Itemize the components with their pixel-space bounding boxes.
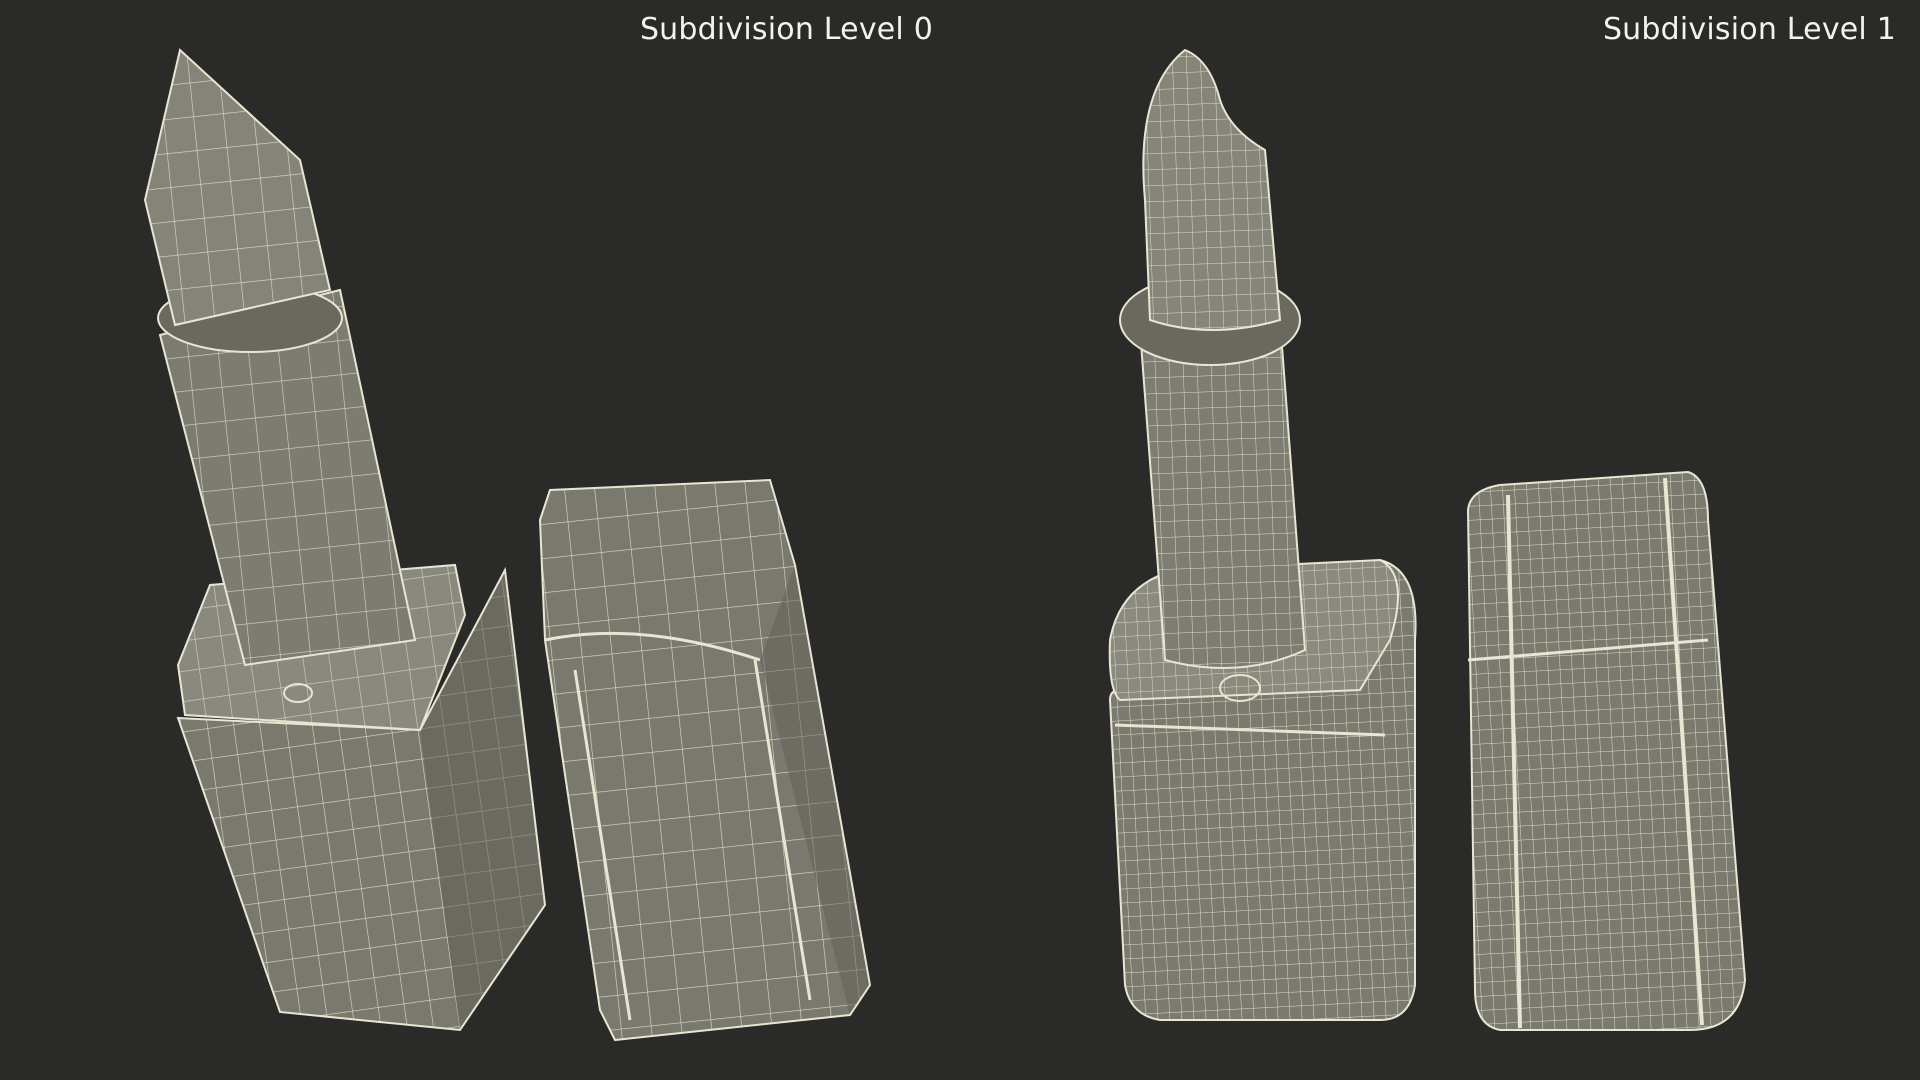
- lipstick-cap: [538, 478, 872, 1042]
- wireframe-scene: [143, 48, 872, 1042]
- render-viewport: Subdivision Level 0 Subdivision Level 1: [0, 0, 1920, 1080]
- lipstick-cap: [1466, 470, 1747, 1031]
- lipstick-bullet: [1119, 48, 1307, 669]
- wireframe-scene: [1108, 48, 1747, 1031]
- panel-subdivision-1: Subdivision Level 1: [960, 0, 1920, 1080]
- lipstick-bullet: [143, 48, 417, 667]
- panel-subdivision-0: Subdivision Level 0: [0, 0, 960, 1080]
